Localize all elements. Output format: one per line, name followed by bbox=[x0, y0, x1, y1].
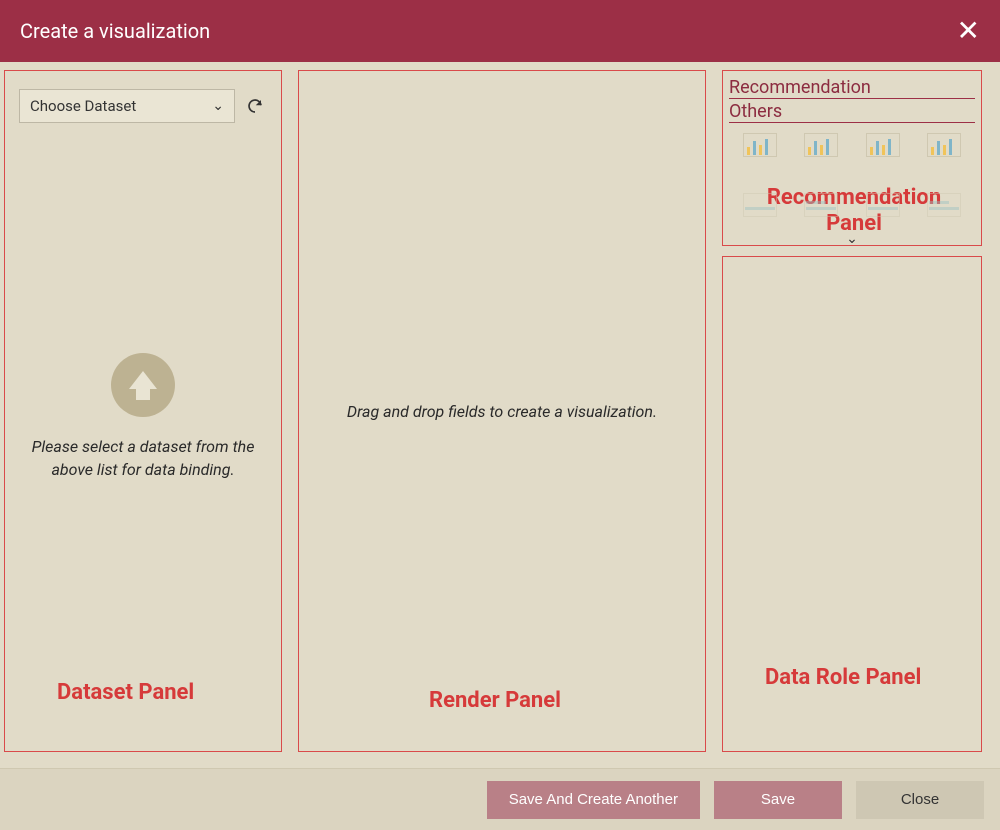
recommendation-panel: Recommendation Others Recommendation Pan… bbox=[722, 70, 982, 246]
chevron-down-icon: ⌄ bbox=[212, 98, 224, 114]
render-panel[interactable]: Drag and drop fields to create a visuali… bbox=[298, 70, 706, 752]
recommendation-thumbnails-row1 bbox=[729, 131, 975, 159]
chevron-down-icon: ⌄ bbox=[846, 231, 858, 247]
refresh-icon bbox=[246, 97, 264, 115]
refresh-button[interactable] bbox=[243, 94, 267, 118]
dialog-footer: Save And Create Another Save Close bbox=[0, 768, 1000, 830]
dataset-select[interactable]: Choose Dataset ⌄ bbox=[19, 89, 235, 123]
save-and-create-another-button[interactable]: Save And Create Another bbox=[487, 781, 700, 819]
chart-thumbnail[interactable] bbox=[925, 131, 963, 159]
save-button[interactable]: Save bbox=[714, 781, 842, 819]
chart-thumbnail[interactable] bbox=[741, 191, 779, 219]
workspace: Choose Dataset ⌄ Please select a dataset… bbox=[4, 70, 996, 758]
dataset-select-row: Choose Dataset ⌄ bbox=[5, 71, 281, 123]
data-role-panel-annotation: Data Role Panel bbox=[765, 665, 921, 690]
others-heading: Others bbox=[729, 101, 975, 123]
close-button[interactable]: Close bbox=[856, 781, 984, 819]
chart-thumbnail[interactable] bbox=[864, 191, 902, 219]
dataset-panel-annotation: Dataset Panel bbox=[57, 680, 194, 705]
upload-arrow-icon bbox=[129, 371, 157, 389]
dataset-empty-state: Please select a dataset from the above l… bbox=[5, 123, 281, 481]
recommendation-heading: Recommendation bbox=[729, 77, 975, 99]
dataset-empty-text: Please select a dataset from the above l… bbox=[5, 435, 281, 481]
render-panel-annotation: Render Panel bbox=[429, 688, 561, 713]
chart-thumbnail[interactable] bbox=[925, 191, 963, 219]
chart-thumbnail[interactable] bbox=[802, 131, 840, 159]
dataset-select-label: Choose Dataset bbox=[30, 97, 136, 115]
chart-thumbnail[interactable] bbox=[802, 191, 840, 219]
dialog-title: Create a visualization bbox=[20, 19, 210, 43]
render-hint-text: Drag and drop fields to create a visuali… bbox=[347, 402, 657, 421]
dataset-panel: Choose Dataset ⌄ Please select a dataset… bbox=[4, 70, 282, 752]
close-icon[interactable]: ✕ bbox=[957, 17, 980, 45]
chart-thumbnail[interactable] bbox=[741, 131, 779, 159]
chart-thumbnail[interactable] bbox=[864, 131, 902, 159]
data-role-panel: Data Role Panel bbox=[722, 256, 982, 752]
expand-recommendations[interactable]: ⌄ bbox=[723, 231, 981, 247]
upload-button[interactable] bbox=[111, 353, 175, 417]
dialog-titlebar: Create a visualization ✕ bbox=[0, 0, 1000, 62]
